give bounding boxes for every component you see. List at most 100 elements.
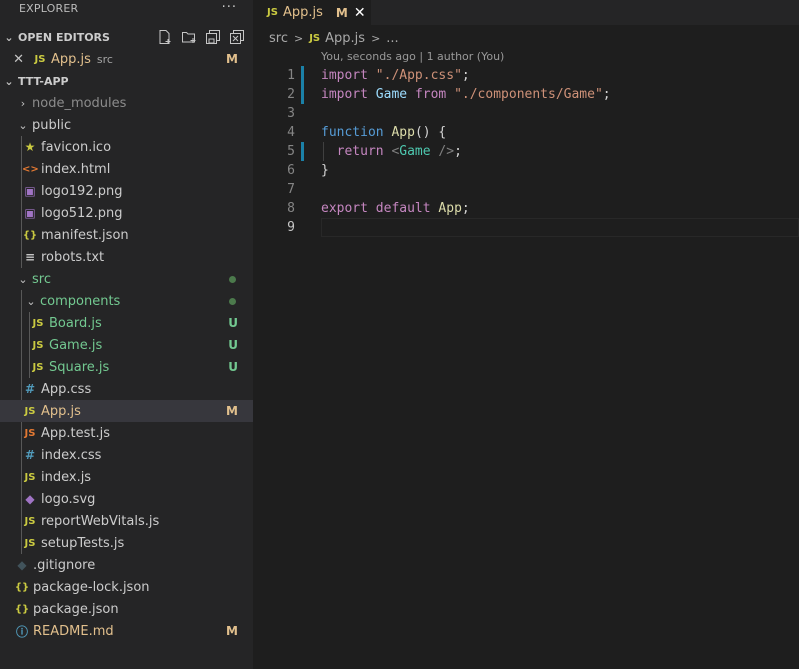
tree-file-robots[interactable]: ≡ robots.txt bbox=[0, 246, 253, 268]
open-editor-item[interactable]: ✕ JS App.js src M bbox=[0, 48, 253, 70]
js-file-icon: JS bbox=[34, 53, 46, 65]
tree-file-game[interactable]: JS Game.js U bbox=[0, 334, 253, 356]
save-all-icon[interactable] bbox=[205, 29, 221, 45]
code-text: return <Game />; bbox=[336, 144, 462, 159]
tree-file-package-lock[interactable]: {} package-lock.json bbox=[0, 576, 253, 598]
chevron-down-icon: ⌄ bbox=[18, 272, 28, 286]
tree-file-board[interactable]: JS Board.js U bbox=[0, 312, 253, 334]
explorer-sidebar: EXPLORER ··· ⌄ OPEN EDITORS ✕ JS App.js … bbox=[0, 0, 253, 669]
tree-file-logo192[interactable]: ▣ logo192.png bbox=[0, 180, 253, 202]
code-line[interactable]: 2 import Game from "./components/Game"; bbox=[253, 85, 799, 104]
new-folder-icon[interactable] bbox=[181, 29, 197, 45]
breadcrumb-folder[interactable]: src bbox=[269, 31, 288, 46]
star-icon: ★ bbox=[24, 140, 36, 154]
breadcrumb: src > JS App.js > ... bbox=[269, 29, 399, 47]
tree-file-app-css[interactable]: # App.css bbox=[0, 378, 253, 400]
tree-file-logo512[interactable]: ▣ logo512.png bbox=[0, 202, 253, 224]
tree-item-label: logo.svg bbox=[41, 491, 96, 507]
chevron-right-icon: › bbox=[20, 96, 26, 110]
untracked-badge: U bbox=[228, 360, 238, 374]
js-file-icon: JS bbox=[309, 32, 321, 44]
tree-folder-src[interactable]: ⌄ src bbox=[0, 268, 253, 290]
line-number: 2 bbox=[287, 87, 295, 102]
code-line[interactable]: 5 return <Game />; bbox=[253, 142, 799, 161]
close-all-icon[interactable] bbox=[229, 29, 245, 45]
tree-file-app-test[interactable]: JS App.test.js bbox=[0, 422, 253, 444]
tab-app-js[interactable]: JS App.js M ✕ bbox=[253, 0, 371, 25]
tree-file-favicon[interactable]: ★ favicon.ico bbox=[0, 136, 253, 158]
tree-item-label: favicon.ico bbox=[41, 139, 112, 155]
line-number: 9 bbox=[287, 220, 295, 235]
js-file-icon: JS bbox=[24, 537, 36, 549]
js-file-icon: JS bbox=[24, 515, 36, 527]
tree-item-label: logo512.png bbox=[41, 205, 123, 221]
breadcrumb-file[interactable]: App.js bbox=[325, 31, 365, 46]
tree-folder-public[interactable]: ⌄ public bbox=[0, 114, 253, 136]
modified-badge: M bbox=[335, 5, 348, 20]
new-file-icon[interactable] bbox=[157, 29, 173, 45]
codelens-blame[interactable]: You, seconds ago | 1 author (You) bbox=[321, 50, 504, 63]
more-actions-icon[interactable]: ··· bbox=[222, 0, 237, 15]
js-file-icon: JS bbox=[267, 7, 278, 18]
tree-item-label: Square.js bbox=[49, 359, 110, 375]
tree-item-label: src bbox=[32, 271, 51, 287]
git-modified-marker[interactable] bbox=[301, 66, 304, 85]
untracked-dot bbox=[229, 275, 236, 283]
project-header[interactable]: ⌄ TTT-APP bbox=[0, 70, 253, 92]
json-file-icon: {} bbox=[14, 581, 30, 593]
code-line[interactable]: 3 bbox=[253, 104, 799, 123]
tree-file-logo-svg[interactable]: ◆ logo.svg bbox=[0, 488, 253, 510]
tree-item-label: logo192.png bbox=[41, 183, 123, 199]
code-text: import "./App.css"; bbox=[321, 68, 470, 83]
code-line[interactable]: 6} bbox=[253, 161, 799, 180]
tree-item-label: components bbox=[40, 293, 121, 309]
info-file-icon: ⓘ bbox=[15, 624, 28, 639]
chevron-down-icon: ⌄ bbox=[26, 294, 36, 308]
tree-file-index-html[interactable]: <> index.html bbox=[0, 158, 253, 180]
code-line[interactable]: 8 export default App; bbox=[253, 199, 799, 218]
tree-file-package-json[interactable]: {} package.json bbox=[0, 598, 253, 620]
tree-file-setup-tests[interactable]: JS setupTests.js bbox=[0, 532, 253, 554]
svg-file-icon: ◆ bbox=[25, 492, 35, 506]
tree-file-app-js[interactable]: JS App.js M bbox=[0, 400, 253, 422]
line-number: 3 bbox=[287, 106, 295, 121]
css-file-icon: # bbox=[24, 382, 36, 396]
untracked-dot bbox=[229, 297, 236, 305]
line-number: 8 bbox=[287, 201, 295, 216]
code-line[interactable]: 9 bbox=[253, 218, 799, 237]
html-file-icon: <> bbox=[22, 163, 39, 175]
tree-file-index-css[interactable]: # index.css bbox=[0, 444, 253, 466]
git-modified-marker[interactable] bbox=[301, 142, 304, 161]
js-file-icon: JS bbox=[32, 339, 44, 351]
code-editor[interactable]: 1 import "./App.css"; 2 import Game from ".… bbox=[253, 66, 799, 237]
tree-file-report-web-vitals[interactable]: JS reportWebVitals.js bbox=[0, 510, 253, 532]
tree-file-manifest[interactable]: {} manifest.json bbox=[0, 224, 253, 246]
open-editors-actions bbox=[157, 29, 245, 45]
tree-item-label: node_modules bbox=[32, 95, 127, 111]
git-modified-marker[interactable] bbox=[301, 85, 304, 104]
modified-badge: M bbox=[226, 404, 238, 418]
chevron-down-icon: ⌄ bbox=[4, 74, 14, 88]
code-line[interactable]: 1 import "./App.css"; bbox=[253, 66, 799, 85]
tree-folder-node-modules[interactable]: › node_modules bbox=[0, 92, 253, 114]
tree-item-label: package.json bbox=[33, 601, 119, 617]
code-line[interactable]: 7 bbox=[253, 180, 799, 199]
tree-item-label: index.html bbox=[41, 161, 111, 177]
close-icon[interactable]: ✕ bbox=[0, 52, 24, 67]
css-file-icon: # bbox=[24, 448, 36, 462]
tree-file-index-js[interactable]: JS index.js bbox=[0, 466, 253, 488]
code-line[interactable]: 4 function App() { bbox=[253, 123, 799, 142]
close-icon[interactable]: ✕ bbox=[354, 5, 366, 21]
tree-folder-components[interactable]: ⌄ components bbox=[0, 290, 253, 312]
line-number: 7 bbox=[287, 182, 295, 197]
js-file-icon: JS bbox=[32, 361, 44, 373]
tree-file-square[interactable]: JS Square.js U bbox=[0, 356, 253, 378]
chevron-down-icon: ⌄ bbox=[4, 30, 14, 44]
tree-file-gitignore[interactable]: ◆ .gitignore bbox=[0, 554, 253, 576]
open-editors-header[interactable]: ⌄ OPEN EDITORS bbox=[0, 26, 253, 48]
line-number: 6 bbox=[287, 163, 295, 178]
tab-bar: JS App.js M ✕ bbox=[253, 0, 799, 25]
tree-file-readme[interactable]: ⓘ README.md M bbox=[0, 620, 253, 642]
breadcrumb-symbol[interactable]: ... bbox=[386, 31, 398, 46]
tree-item-label: App.css bbox=[41, 381, 92, 397]
